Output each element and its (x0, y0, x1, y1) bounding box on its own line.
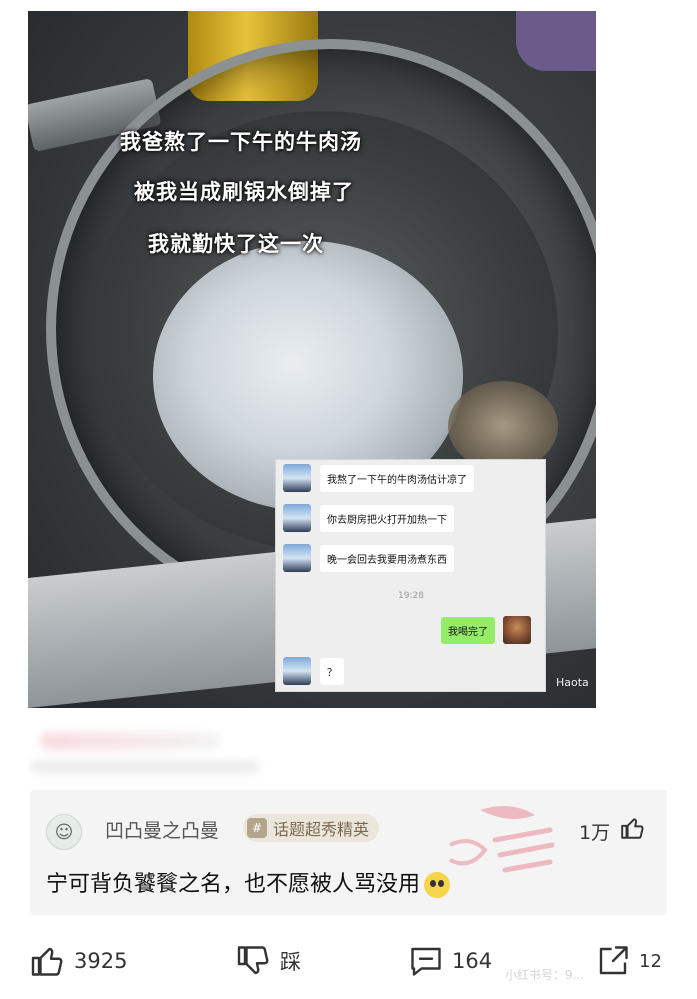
avatar (503, 616, 531, 644)
chat-bubble: ？ (320, 657, 344, 685)
thumbs-up-icon (31, 947, 63, 976)
pink-doodle-icon (449, 806, 555, 873)
user-badge: # 话题超秀精英 (243, 814, 380, 842)
avatar (283, 504, 311, 532)
chat-message-self: 我喝完了 (441, 616, 531, 644)
blurred-text (40, 732, 220, 750)
chat-bubble: 我熬了一下午的牛肉汤估计凉了 (320, 464, 474, 492)
comment-icon (411, 947, 441, 976)
chat-message: 我熬了一下午的牛肉汤估计凉了 (283, 464, 474, 492)
dislike-label: 踩 (280, 950, 301, 974)
chat-bubble: 你去厨房把火打开加热一下 (320, 504, 454, 532)
chat-message: 你去厨房把火打开加热一下 (283, 504, 454, 532)
pot-residue (448, 381, 558, 471)
like-button[interactable]: 3925 (30, 943, 127, 979)
avatar (283, 657, 311, 685)
comment-username[interactable]: 凹凸曼之凸曼 (105, 816, 219, 843)
comment-card[interactable]: ☺ 凹凸曼之凸曼 # 话题超秀精英 1万 宁可背负饕餮之名，也不愿被人骂没用 (30, 790, 667, 915)
caption-line-2: 被我当成刷锅水倒掉了 (134, 180, 354, 204)
share-count: 12 (639, 950, 662, 972)
share-icon (599, 946, 628, 975)
comment-text: 宁可背负饕餮之名，也不愿被人骂没用 (46, 866, 451, 898)
comment-like-count: 1万 (579, 822, 611, 844)
like-count: 3925 (74, 949, 128, 973)
thumbs-up-icon[interactable] (620, 815, 646, 841)
purple-object (516, 11, 596, 71)
thumbs-down-icon (237, 946, 269, 975)
chat-screenshot: 我熬了一下午的牛肉汤估计凉了 你去厨房把火打开加热一下 晚一会回去我要用汤煮东西… (275, 459, 546, 692)
comment-body: 宁可背负饕餮之名，也不愿被人骂没用 (46, 872, 421, 897)
badge-label: 话题超秀精英 (273, 820, 370, 839)
action-bar: 3925 踩 164 12 (0, 935, 697, 990)
comment-count: 164 (452, 949, 493, 973)
chat-timestamp: 19:28 (398, 591, 424, 601)
footer-watermark: 小红书号：9... (505, 968, 585, 982)
avatar (283, 464, 311, 492)
badge-icon: # (247, 818, 267, 838)
chat-bubble-self: 我喝完了 (441, 616, 495, 644)
avatar[interactable]: ☺ (46, 814, 82, 850)
caption-line-3: 我就勤快了这一次 (148, 232, 324, 256)
chat-message: ？ (283, 657, 344, 685)
blurred-text (30, 760, 260, 774)
comment-button[interactable]: 164 (408, 943, 492, 979)
share-button[interactable]: 12 (595, 943, 662, 979)
caption-line-1: 我爸熬了一下午的牛肉汤 (120, 130, 362, 154)
avatar (283, 544, 311, 572)
chat-message: 晚一会回去我要用汤煮东西 (283, 544, 454, 572)
chat-bubble: 晚一会回去我要用汤煮东西 (320, 544, 454, 572)
dislike-button[interactable]: 踩 (236, 943, 301, 979)
